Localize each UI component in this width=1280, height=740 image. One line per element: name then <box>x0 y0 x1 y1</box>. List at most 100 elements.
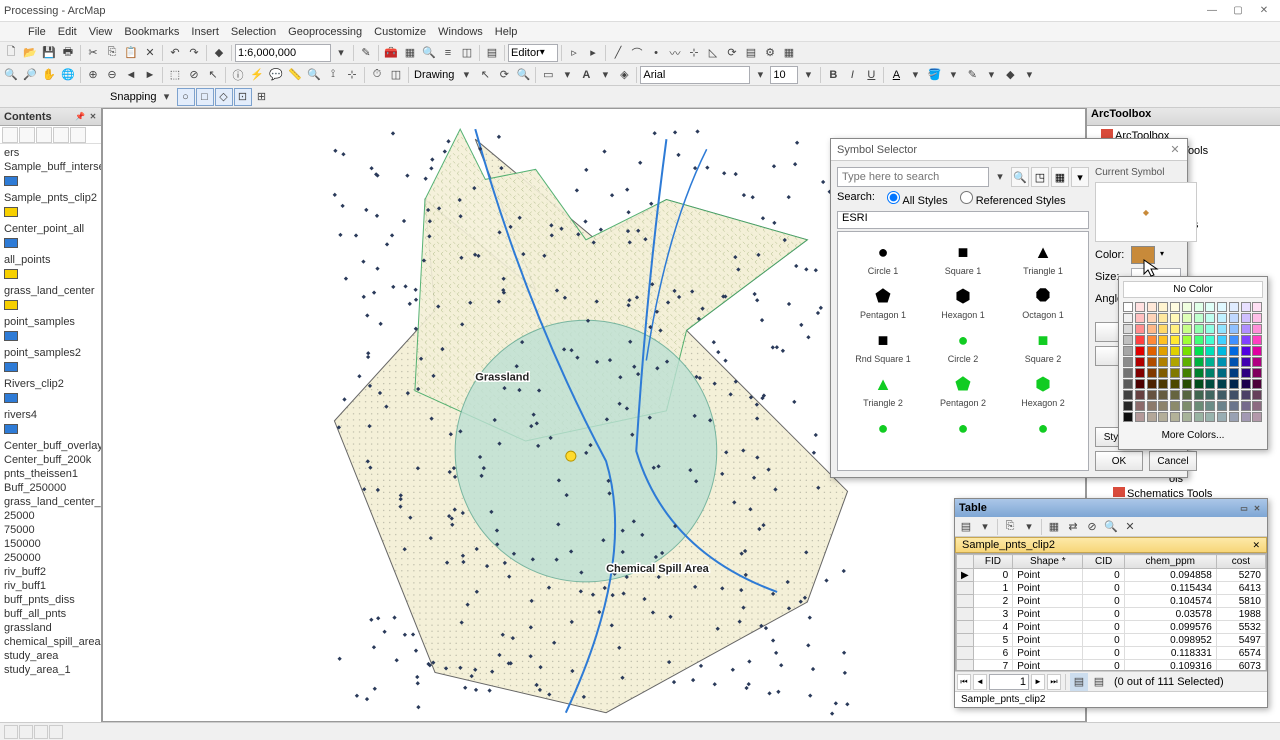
color-swatch[interactable] <box>1170 390 1180 400</box>
measure-icon[interactable]: 📏 <box>286 66 304 84</box>
map-scale-input[interactable] <box>235 44 331 62</box>
table-last-record-icon[interactable]: ⏭ <box>1047 674 1061 690</box>
color-swatch[interactable] <box>1135 313 1145 323</box>
color-swatch[interactable] <box>1158 357 1168 367</box>
cut-icon[interactable]: ✂ <box>84 44 102 62</box>
menu-customize[interactable]: Customize <box>368 24 432 40</box>
color-swatch[interactable] <box>1194 346 1204 356</box>
table-row[interactable]: 4Point00.0995765532 <box>957 621 1266 634</box>
color-swatch[interactable] <box>1252 335 1262 345</box>
table-column-header[interactable]: chem_ppm <box>1124 555 1216 569</box>
symbol-item[interactable]: ⬟Pentagon 2 <box>924 370 1002 412</box>
symbol-selector-close-icon[interactable]: ✕ <box>1167 141 1183 157</box>
table-close-icon[interactable]: ✕ <box>1251 502 1263 514</box>
color-swatch[interactable] <box>1123 401 1133 411</box>
table-clear-sel-icon[interactable]: ⊘ <box>1083 518 1101 536</box>
menu-help[interactable]: Help <box>489 24 524 40</box>
font-size-input[interactable] <box>770 66 798 84</box>
draw-rect-icon[interactable]: ▭ <box>539 66 557 84</box>
color-swatch[interactable] <box>1217 324 1227 334</box>
sketch-point-icon[interactable]: • <box>647 44 665 62</box>
table-column-header[interactable]: Shape * <box>1013 555 1083 569</box>
color-swatch[interactable] <box>1135 379 1145 389</box>
color-swatch[interactable] <box>1123 335 1133 345</box>
bold-icon[interactable]: B <box>824 66 842 84</box>
sketch-props-icon[interactable]: ⚙ <box>761 44 779 62</box>
zoom-out-icon[interactable]: 🔎 <box>21 66 39 84</box>
snapping-dd-icon[interactable]: ▾ <box>158 88 176 106</box>
go-xy-icon[interactable]: ⊹ <box>343 66 361 84</box>
edit-vertices-icon[interactable]: ◈ <box>615 66 633 84</box>
pan-icon[interactable]: ✋ <box>40 66 58 84</box>
menu-file[interactable]: File <box>22 24 52 40</box>
color-swatch[interactable] <box>1205 379 1215 389</box>
color-swatch[interactable] <box>1158 390 1168 400</box>
table-column-header[interactable]: cost <box>1216 555 1265 569</box>
create-viewer-icon[interactable]: ◫ <box>387 66 405 84</box>
color-swatch[interactable] <box>1170 313 1180 323</box>
color-swatch[interactable] <box>1182 302 1192 312</box>
color-swatch[interactable] <box>1170 379 1180 389</box>
symbol-item[interactable]: ■Square 1 <box>924 238 1002 280</box>
color-swatch[interactable] <box>1158 346 1168 356</box>
color-swatch[interactable] <box>1135 368 1145 378</box>
layer-item[interactable]: buff_all_pnts <box>2 607 99 621</box>
layout-view-icon[interactable] <box>19 725 33 739</box>
identify-icon[interactable]: ⓘ <box>229 66 247 84</box>
color-swatch[interactable] <box>1241 390 1251 400</box>
table-options-dd-icon[interactable]: ▾ <box>976 518 994 536</box>
snap-end-icon[interactable]: □ <box>196 88 214 106</box>
menu-geoprocessing[interactable]: Geoprocessing <box>282 24 368 40</box>
color-swatch[interactable] <box>1217 346 1227 356</box>
marker-color-dd-icon[interactable]: ▾ <box>1020 66 1038 84</box>
layer-item[interactable]: Sample_pnts_clip2 <box>2 191 99 205</box>
sketch-trace-icon[interactable]: 〰 <box>666 44 684 62</box>
table-pin-icon[interactable]: ▭ <box>1238 502 1250 514</box>
pause-icon[interactable] <box>49 725 63 739</box>
color-swatch[interactable] <box>1135 302 1145 312</box>
underline-icon[interactable]: U <box>862 66 880 84</box>
symbol-search-opt2-icon[interactable]: ▦ <box>1051 167 1069 187</box>
toc-close-icon[interactable]: ✕ <box>87 110 99 122</box>
color-swatch[interactable] <box>1241 335 1251 345</box>
select-features-icon[interactable]: ⬚ <box>166 66 184 84</box>
no-color-button[interactable]: No Color <box>1123 281 1263 298</box>
color-swatch[interactable] <box>1252 368 1262 378</box>
draw-rect-dd-icon[interactable]: ▾ <box>558 66 576 84</box>
color-swatch[interactable] <box>1194 390 1204 400</box>
color-swatch[interactable] <box>1182 379 1192 389</box>
symbol-item[interactable]: ■Rnd Square 1 <box>844 326 922 368</box>
color-swatch[interactable] <box>1217 379 1227 389</box>
layer-item[interactable]: study_area_1 <box>2 663 99 677</box>
color-swatch[interactable] <box>1241 401 1251 411</box>
color-swatch[interactable] <box>1217 335 1227 345</box>
layer-item[interactable]: 150000 <box>2 537 99 551</box>
symbol-search-go-icon[interactable]: 🔍 <box>1011 167 1029 187</box>
color-swatch[interactable] <box>1229 313 1239 323</box>
color-swatch[interactable] <box>1170 412 1180 422</box>
toc-list-by-selection-icon[interactable] <box>53 127 69 143</box>
color-swatch[interactable] <box>1205 313 1215 323</box>
toc-pin-icon[interactable]: 📌 <box>74 110 86 122</box>
copy-icon[interactable]: ⎘ <box>103 44 121 62</box>
close-button[interactable]: ✕ <box>1252 3 1276 19</box>
color-swatch[interactable] <box>1170 324 1180 334</box>
draw-text-icon[interactable]: A <box>577 66 595 84</box>
toc-layer-tree[interactable]: ers Sample_buff_intersectSample_pnts_cli… <box>0 144 101 722</box>
editor-dropdown[interactable]: Editor▾ <box>508 44 558 62</box>
table-row[interactable]: 6Point00.1183316574 <box>957 647 1266 660</box>
layer-item[interactable]: riv_buff2 <box>2 565 99 579</box>
zoom-in-icon[interactable]: 🔍 <box>2 66 20 84</box>
color-swatch[interactable] <box>1182 357 1192 367</box>
line-color-dd-icon[interactable]: ▾ <box>982 66 1000 84</box>
color-swatch[interactable] <box>1147 379 1157 389</box>
color-swatch[interactable] <box>1229 302 1239 312</box>
color-swatch[interactable] <box>1194 412 1204 422</box>
python-icon[interactable]: ≡ <box>439 44 457 62</box>
color-swatch[interactable] <box>1170 368 1180 378</box>
symbol-item[interactable]: ● <box>1004 414 1082 442</box>
symbol-search-input[interactable] <box>837 167 989 187</box>
table-row[interactable]: 5Point00.0989525497 <box>957 634 1266 647</box>
color-swatch[interactable] <box>1252 324 1262 334</box>
color-swatch[interactable] <box>1182 390 1192 400</box>
